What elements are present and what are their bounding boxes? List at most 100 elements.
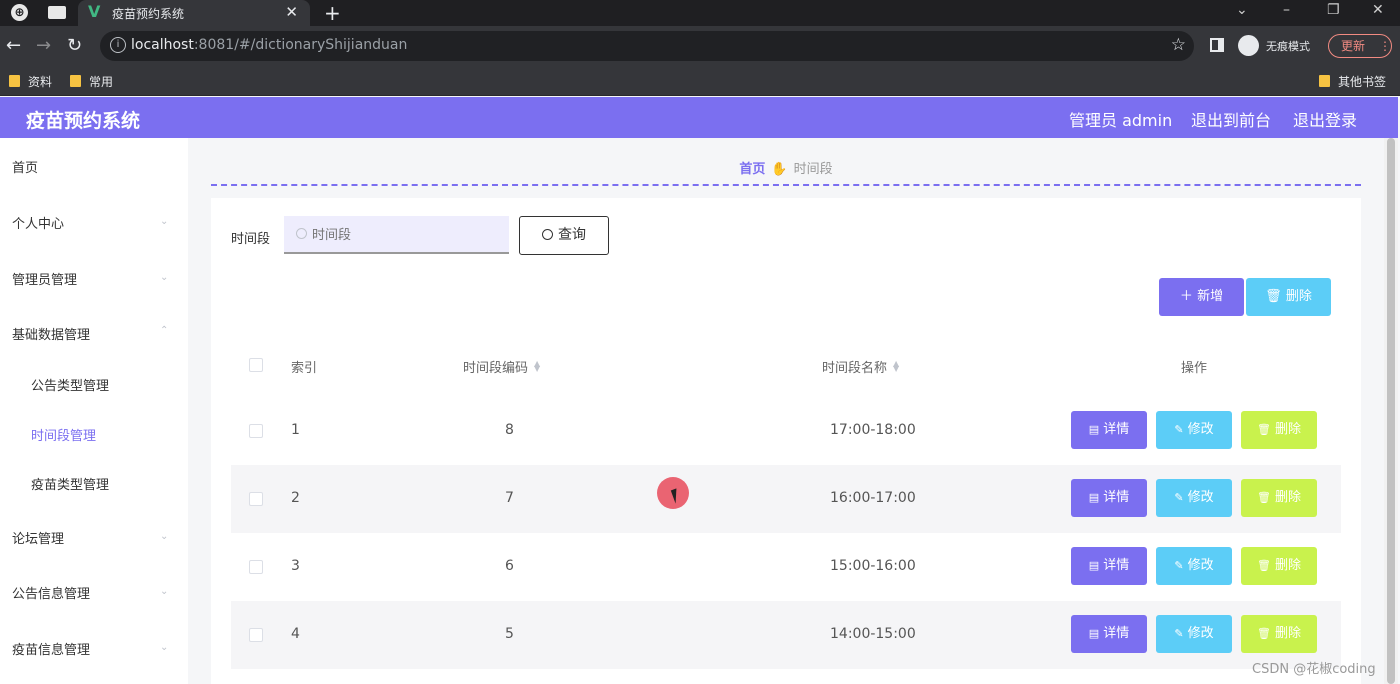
incognito-icon <box>1238 35 1259 56</box>
folder-icon <box>70 75 81 87</box>
tab-list-chevron-icon[interactable]: ⌄ <box>1236 2 1248 18</box>
url-text[interactable]: localhost:8081/#/dictionaryShijianduan <box>131 37 407 53</box>
edit-button[interactable]: ✎ 修改 <box>1156 615 1232 653</box>
column-code[interactable]: 时间段编码 ▲ ▼ <box>463 357 540 377</box>
side-panel-icon[interactable] <box>1210 38 1224 52</box>
close-tab-icon[interactable]: ✕ <box>285 3 298 21</box>
cell-index: 3 <box>291 558 300 574</box>
reload-icon[interactable]: ↻ <box>67 35 82 56</box>
cell-index: 1 <box>291 422 300 438</box>
document-icon: ▤ <box>1088 491 1100 504</box>
sort-icon[interactable]: ▲ ▼ <box>534 360 540 373</box>
logout-link[interactable]: 退出登录 <box>1293 107 1357 131</box>
detail-button[interactable]: ▤ 详情 <box>1071 479 1147 517</box>
sidebar-item-notice-types[interactable]: 公告类型管理 <box>31 375 109 394</box>
delete-button[interactable]: 🗑 删除 <box>1241 547 1317 585</box>
divider <box>211 184 1361 186</box>
sidebar-item-base-data[interactable]: 基础数据管理 <box>12 324 90 343</box>
edit-button[interactable]: ✎ 修改 <box>1156 411 1232 449</box>
site-info-icon[interactable]: i <box>110 37 126 53</box>
current-user: 管理员 admin <box>1069 111 1173 130</box>
table-row: 2 7 16:00-17:00 ▤ 详情 ✎ 修改 🗑 删除 <box>231 465 1341 533</box>
exit-to-front-link[interactable]: 退出到前台 <box>1191 107 1271 131</box>
forward-icon[interactable]: → <box>36 35 51 56</box>
watermark: CSDN @花椒coding <box>1252 662 1376 677</box>
incognito-label: 无痕模式 <box>1266 40 1310 53</box>
sidebar-item-admins[interactable]: 管理员管理 <box>12 269 77 288</box>
row-checkbox[interactable] <box>249 628 263 642</box>
tab-search-icon[interactable] <box>48 6 66 19</box>
delete-button[interactable]: 🗑 删除 <box>1241 411 1317 449</box>
row-checkbox[interactable] <box>249 492 263 506</box>
search-label: 时间段 <box>231 232 271 247</box>
vue-logo-icon: V <box>88 2 101 21</box>
detail-button[interactable]: ▤ 详情 <box>1071 615 1147 653</box>
restore-icon[interactable]: ❐ <box>1327 2 1340 18</box>
close-window-icon[interactable]: ✕ <box>1372 2 1384 18</box>
row-checkbox[interactable] <box>249 424 263 438</box>
pencil-icon: ✎ <box>1174 559 1184 572</box>
sidebar-item-notices[interactable]: 公告信息管理 <box>12 583 90 602</box>
update-button[interactable]: 更新 ⋮ <box>1328 34 1392 58</box>
query-button[interactable]: 查询 <box>519 216 609 255</box>
document-icon: ▤ <box>1088 423 1100 436</box>
back-icon[interactable]: ← <box>6 35 21 56</box>
sidebar-item-vaccine-types[interactable]: 疫苗类型管理 <box>31 474 109 493</box>
pencil-icon: ✎ <box>1174 491 1184 504</box>
pencil-icon: ✎ <box>1174 423 1184 436</box>
breadcrumb-home[interactable]: 首页 <box>739 162 765 177</box>
chevron-up-icon: ⌃ <box>160 325 169 336</box>
detail-button[interactable]: ▤ 详情 <box>1071 547 1147 585</box>
app-brand: 疫苗预约系统 <box>26 110 141 132</box>
sidebar-item-time-slots[interactable]: 时间段管理 <box>31 425 96 444</box>
cell-name: 14:00-15:00 <box>830 626 916 642</box>
sidebar-item-home[interactable]: 首页 <box>12 157 38 176</box>
trash-icon: 🗑 <box>1257 491 1271 504</box>
trash-icon: 🗑 <box>1257 559 1271 572</box>
edit-button[interactable]: ✎ 修改 <box>1156 547 1232 585</box>
column-actions: 操作 <box>1181 361 1208 376</box>
search-input[interactable] <box>284 216 509 254</box>
cell-name: 16:00-17:00 <box>830 490 916 506</box>
new-tab-icon[interactable]: + <box>324 1 341 25</box>
table-header: 索引 时间段编码 ▲ ▼ 时间段名称 ▲ ▼ 操作 <box>231 333 1341 397</box>
sidebar-item-forum[interactable]: 论坛管理 <box>12 528 64 547</box>
chevron-down-icon: ⌄ <box>160 586 169 597</box>
delete-button[interactable]: 🗑 删除 <box>1241 615 1317 653</box>
plus-icon: ＋ <box>1179 289 1198 304</box>
scrollbar-thumb[interactable] <box>1387 138 1395 684</box>
page-scrollbar[interactable] <box>1384 138 1398 684</box>
bookmark-folder-other[interactable]: 其他书签 <box>1319 73 1386 90</box>
bookmark-star-icon[interactable]: ☆ <box>1171 35 1186 55</box>
trash-icon: 🗑 <box>1257 627 1271 640</box>
column-index: 索引 <box>291 361 318 376</box>
chevron-down-icon: ⌄ <box>160 216 169 227</box>
cell-code: 6 <box>505 558 514 574</box>
batch-delete-button[interactable]: 🗑 删除 <box>1246 278 1331 316</box>
url-field[interactable]: i localhost:8081/#/dictionaryShijianduan… <box>100 31 1194 61</box>
add-button[interactable]: ＋ 新增 <box>1159 278 1244 316</box>
cell-code: 8 <box>505 422 514 438</box>
browser-tab-bar: ⊕ V 疫苗预约系统 ✕ + ⌄ – ❐ ✕ <box>0 0 1400 26</box>
sidebar-item-vaccines[interactable]: 疫苗信息管理 <box>12 639 90 658</box>
cell-code: 5 <box>505 626 514 642</box>
cell-name: 17:00-18:00 <box>830 422 916 438</box>
sidebar: 首页 个人中心 ⌄ 管理员管理 ⌄ 基础数据管理 ⌃ 公告类型管理 时间段管理 … <box>0 138 188 684</box>
globe-icon[interactable]: ⊕ <box>11 4 28 21</box>
row-checkbox[interactable] <box>249 560 263 574</box>
hand-icon: ✋ <box>771 162 788 177</box>
sidebar-item-profile[interactable]: 个人中心 <box>12 213 64 232</box>
detail-button[interactable]: ▤ 详情 <box>1071 411 1147 449</box>
column-name[interactable]: 时间段名称 ▲ ▼ <box>822 357 899 377</box>
cell-index: 2 <box>291 490 300 506</box>
sort-icon[interactable]: ▲ ▼ <box>893 360 899 373</box>
chevron-down-icon: ⌄ <box>160 642 169 653</box>
edit-button[interactable]: ✎ 修改 <box>1156 479 1232 517</box>
select-all-checkbox[interactable] <box>249 358 263 372</box>
bookmark-folder-common[interactable]: 常用 <box>70 73 113 90</box>
bookmark-folder-resources[interactable]: 资料 <box>9 73 52 90</box>
delete-button[interactable]: 🗑 删除 <box>1241 479 1317 517</box>
address-bar: ← → ↻ i localhost:8081/#/dictionaryShiji… <box>0 26 1400 66</box>
minimize-icon[interactable]: – <box>1283 2 1290 18</box>
browser-tab[interactable]: V 疫苗预约系统 ✕ <box>78 0 310 26</box>
